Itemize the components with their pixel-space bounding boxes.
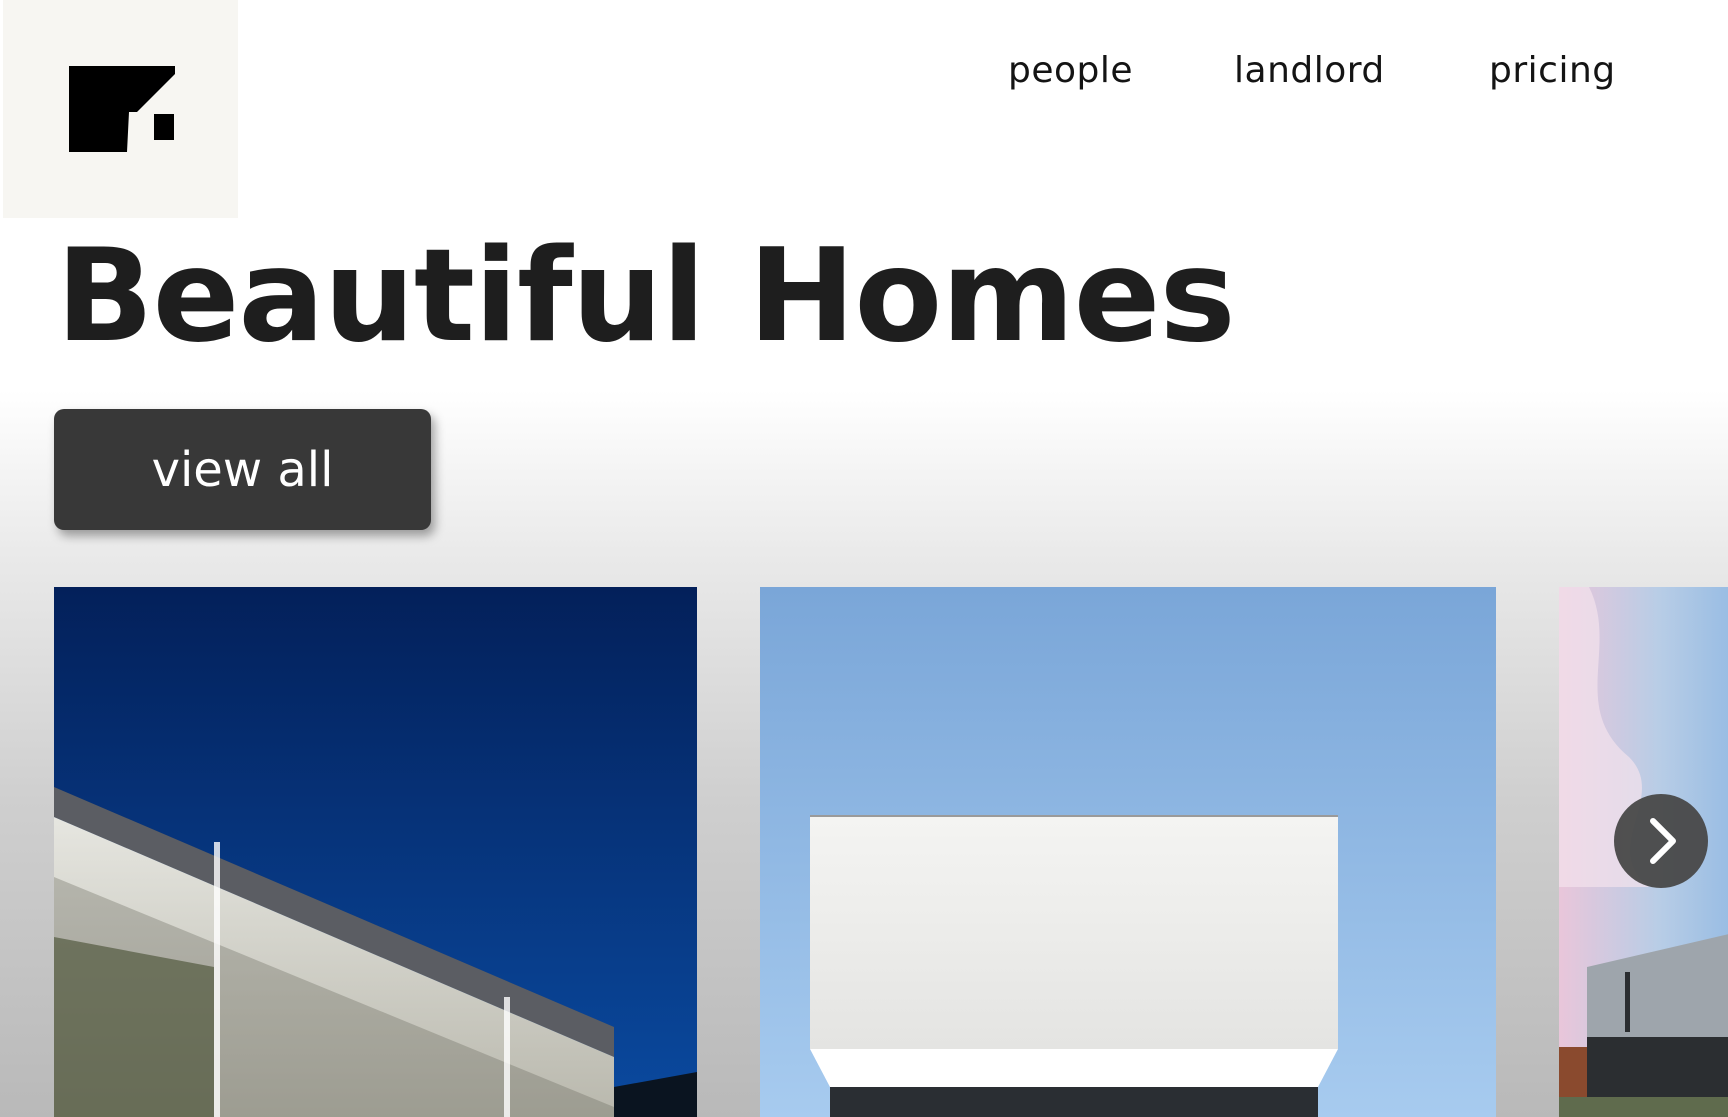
nav-link-pricing[interactable]: pricing [1489, 50, 1616, 91]
nav-link-landlord[interactable]: landlord [1234, 50, 1385, 91]
view-all-button[interactable]: view all [54, 409, 431, 530]
gallery-card[interactable] [54, 587, 697, 1117]
page-title: Beautiful Homes [56, 222, 1236, 371]
carousel-next-button[interactable] [1614, 794, 1708, 888]
main-nav: people landlord pricing [0, 50, 1728, 110]
house-photo [54, 587, 697, 1117]
home-gallery [0, 587, 1728, 1117]
chevron-right-icon [1650, 818, 1676, 864]
house-photo [760, 587, 1496, 1117]
gallery-card[interactable] [760, 587, 1496, 1117]
nav-link-people[interactable]: people [1008, 50, 1133, 91]
